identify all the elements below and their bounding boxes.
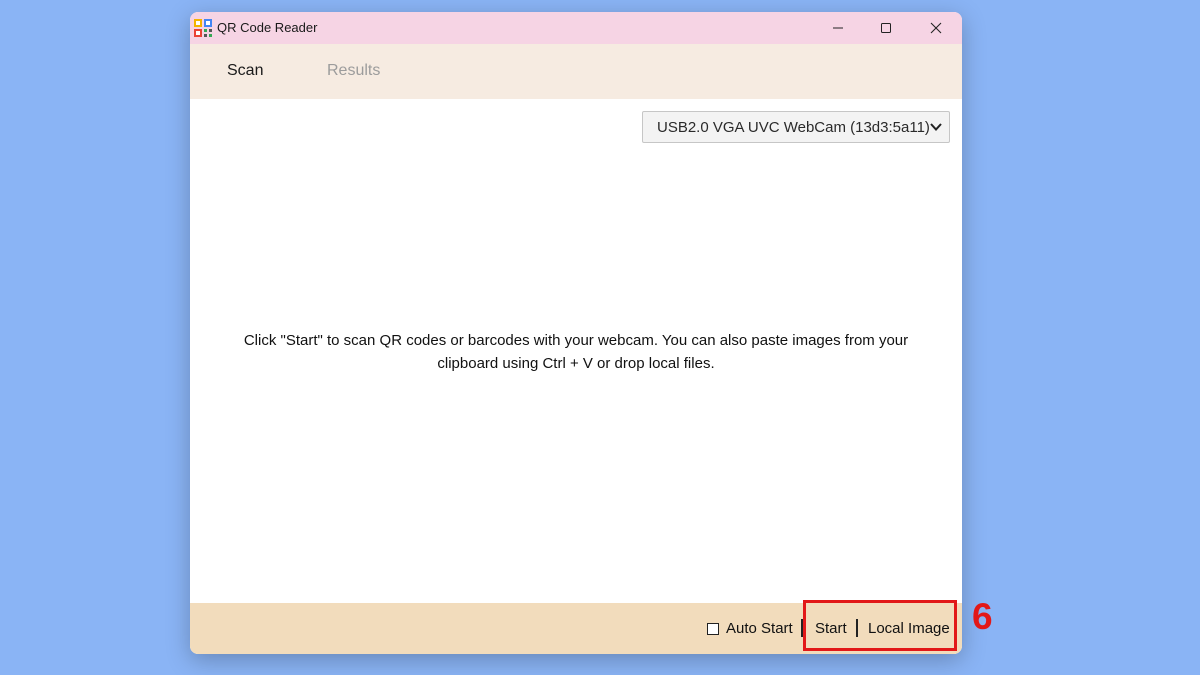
- tab-results[interactable]: Results: [327, 62, 380, 80]
- minimize-icon: [833, 27, 843, 29]
- title-bar[interactable]: QR Code Reader: [190, 12, 962, 44]
- scan-instructions-line-2: clipboard using Ctrl + V or drop local f…: [437, 355, 715, 372]
- window-title: QR Code Reader: [217, 20, 318, 35]
- close-button[interactable]: [913, 12, 959, 44]
- annotation-highlight-box: [803, 600, 957, 651]
- camera-select[interactable]: USB2.0 VGA UVC WebCam (13d3:5a11): [642, 111, 950, 143]
- close-icon: [930, 22, 942, 34]
- chevron-down-icon: [930, 123, 942, 131]
- maximize-button[interactable]: [863, 12, 909, 44]
- maximize-icon: [881, 23, 891, 33]
- app-window: QR Code Reader Scan Results USB2.0 VGA U…: [190, 12, 962, 654]
- tab-bar: Scan Results: [190, 44, 962, 99]
- auto-start-label: Auto Start: [726, 620, 793, 637]
- scan-instructions: Click "Start" to scan QR codes or barcod…: [230, 329, 922, 375]
- qr-app-icon: [194, 19, 212, 37]
- camera-select-value: USB2.0 VGA UVC WebCam (13d3:5a11): [657, 118, 930, 136]
- minimize-button[interactable]: [815, 12, 861, 44]
- tab-scan[interactable]: Scan: [227, 62, 263, 80]
- auto-start-toggle[interactable]: Auto Start: [707, 620, 793, 637]
- annotation-step-number: 6: [972, 596, 993, 637]
- scan-instructions-line-1: Click "Start" to scan QR codes or barcod…: [243, 332, 909, 349]
- auto-start-checkbox[interactable]: [707, 622, 719, 635]
